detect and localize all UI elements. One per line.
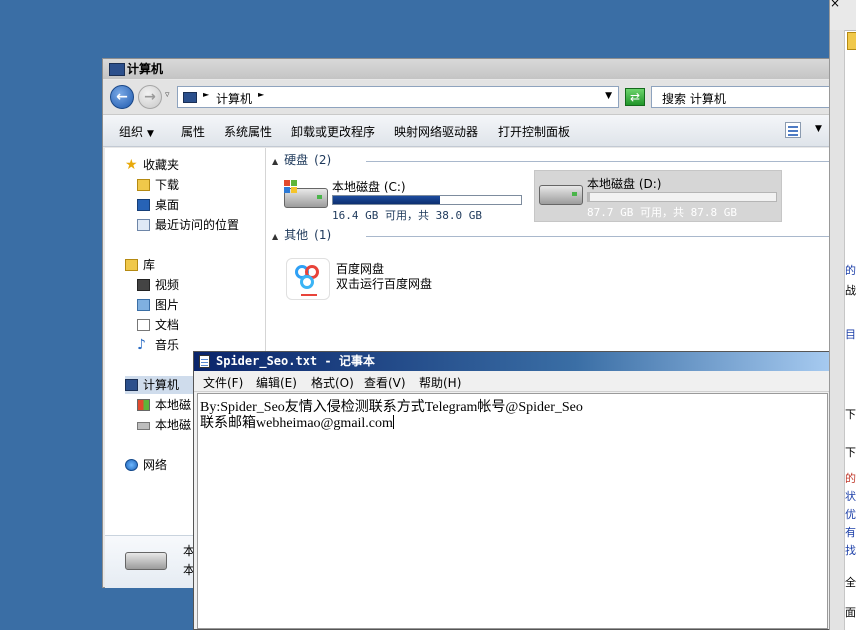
capacity-fill	[588, 193, 590, 201]
drive-name: 本地磁盘 (D:)	[587, 177, 662, 191]
menu-view[interactable]: 查看(V)	[364, 374, 406, 391]
drive-item-d[interactable]: 本地磁盘 (D:) 87.7 GB 可用，共 87.8 GB	[534, 170, 782, 222]
notepad-text-area[interactable]: By:Spider_Seo友情入侵检测联系方式Telegram帐号@Spider…	[197, 393, 828, 629]
drive-free-space: 87.7 GB 可用，共 87.8 GB	[587, 206, 737, 219]
system-properties-button[interactable]: 系统属性	[224, 123, 272, 140]
organize-button[interactable]: 组织 ▼	[119, 123, 154, 140]
search-input[interactable]: 搜索 计算机	[651, 86, 831, 108]
group-header-hard-disks[interactable]: ▲ 硬盘 (2)	[272, 152, 331, 168]
notepad-menu-bar: 文件(F) 编辑(E) 格式(O) 查看(V) 帮助(H)	[194, 371, 829, 392]
forward-button[interactable]: →	[138, 85, 162, 109]
capacity-bar	[332, 195, 522, 205]
properties-button[interactable]: 属性	[181, 123, 205, 140]
drive-item-c[interactable]: 本地磁盘 (C:) 16.4 GB 可用，共 38.0 GB	[280, 174, 528, 226]
group-divider	[366, 236, 829, 237]
text-fragment: 优	[845, 508, 856, 521]
pictures-icon	[137, 299, 150, 311]
background-window-titlebar: ×	[830, 0, 856, 31]
recent-places-icon	[137, 219, 150, 231]
scrollbar[interactable]	[830, 30, 845, 630]
explorer-title-bar[interactable]: 计算机	[103, 59, 829, 79]
text-fragment: 下	[845, 446, 856, 459]
breadcrumb-chevron-icon[interactable]: ►	[258, 90, 264, 99]
drive-name: 本地磁盘 (C:)	[332, 180, 406, 194]
collapse-triangle-icon: ▲	[272, 232, 279, 241]
collapse-triangle-icon: ▲	[272, 157, 279, 166]
hard-drive-icon	[539, 185, 583, 205]
close-icon[interactable]: ×	[830, 0, 840, 10]
text-caret	[392, 415, 394, 429]
text-fragment: 目	[845, 328, 856, 341]
libraries-icon	[125, 259, 138, 271]
text-fragment: 下	[845, 408, 856, 421]
star-icon: ★	[125, 157, 138, 173]
arrow-left-icon: ←	[116, 89, 128, 105]
notepad-title: Spider_Seo.txt - 记事本	[216, 354, 375, 368]
chevron-down-icon: ▼	[147, 129, 154, 139]
text-fragment: 状	[845, 490, 856, 503]
menu-format[interactable]: 格式(O)	[311, 374, 354, 391]
hard-drive-icon	[125, 552, 167, 570]
group-divider	[366, 161, 829, 162]
map-network-drive-button[interactable]: 映射网络驱动器	[394, 123, 478, 140]
text-fragment: 找	[845, 544, 856, 557]
address-bar-row: ← → ▿ ► 计算机 ► ▼ ⇄ 搜索 计算机	[103, 80, 831, 115]
music-note-icon: ♪	[137, 337, 146, 353]
arrow-right-icon: →	[144, 89, 156, 105]
folder-icon	[847, 32, 856, 50]
baidu-netdisk-icon	[286, 258, 330, 300]
view-dropdown-icon[interactable]: ▼	[815, 124, 822, 134]
desktop-icon	[137, 199, 150, 211]
windows-logo-icon	[284, 180, 298, 194]
capacity-bar	[587, 192, 777, 202]
text-fragment: 全	[845, 576, 856, 589]
text-fragment: 的	[845, 264, 856, 277]
drive-free-space: 16.4 GB 可用，共 38.0 GB	[332, 209, 482, 222]
address-dropdown-icon[interactable]: ▼	[605, 91, 612, 101]
group-header-other[interactable]: ▲ 其他 (1)	[272, 227, 331, 243]
change-view-icon[interactable]	[785, 122, 801, 138]
hard-drive-icon	[137, 422, 150, 430]
breadcrumb-chevron-icon[interactable]: ►	[203, 90, 209, 99]
back-button[interactable]: ←	[110, 85, 134, 109]
breadcrumb-computer[interactable]: 计算机	[216, 90, 252, 107]
open-control-panel-button[interactable]: 打开控制面板	[498, 123, 570, 140]
refresh-icon: ⇄	[629, 90, 641, 104]
network-globe-icon	[125, 459, 138, 471]
computer-icon	[125, 379, 138, 391]
text-fragment: 有	[845, 526, 856, 539]
documents-icon	[137, 319, 150, 331]
notepad-icon	[199, 355, 210, 368]
app-item-baidu-netdisk[interactable]: 百度网盘 双击运行百度网盘	[284, 256, 524, 302]
windows-drive-icon	[137, 399, 150, 411]
uninstall-program-button[interactable]: 卸载或更改程序	[291, 123, 375, 140]
video-icon	[137, 279, 150, 291]
notepad-window: Spider_Seo.txt - 记事本 文件(F) 编辑(E) 格式(O) 查…	[193, 351, 830, 630]
notepad-title-bar[interactable]: Spider_Seo.txt - 记事本	[194, 352, 829, 371]
background-window: × 的 战 目 下 下 的 状 优 有 找 全 面	[829, 0, 856, 630]
nav-computer[interactable]: 计算机	[125, 376, 195, 394]
computer-icon	[109, 63, 125, 76]
text-fragment: 战	[845, 284, 856, 297]
text-fragment: 面	[845, 606, 856, 619]
text-fragment: 的	[845, 472, 856, 485]
details-pane: 本 本	[105, 535, 195, 588]
recent-pages-dropdown-icon[interactable]: ▿	[165, 90, 170, 100]
search-placeholder: 搜索 计算机	[662, 92, 726, 106]
downloads-folder-icon	[137, 179, 150, 191]
app-description: 双击运行百度网盘	[336, 277, 433, 291]
capacity-fill	[333, 196, 441, 204]
text-line: 联系邮箱webheimao@gmail.com	[200, 415, 394, 431]
menu-edit[interactable]: 编辑(E)	[256, 374, 297, 391]
address-box[interactable]: ► 计算机 ► ▼	[177, 86, 619, 108]
refresh-button[interactable]: ⇄	[625, 88, 645, 106]
menu-file[interactable]: 文件(F)	[203, 374, 243, 391]
explorer-title: 计算机	[127, 62, 164, 76]
command-bar: 组织 ▼ 属性 系统属性 卸载或更改程序 映射网络驱动器 打开控制面板 ▼	[103, 115, 829, 147]
computer-icon	[183, 92, 197, 103]
menu-help[interactable]: 帮助(H)	[419, 374, 461, 391]
